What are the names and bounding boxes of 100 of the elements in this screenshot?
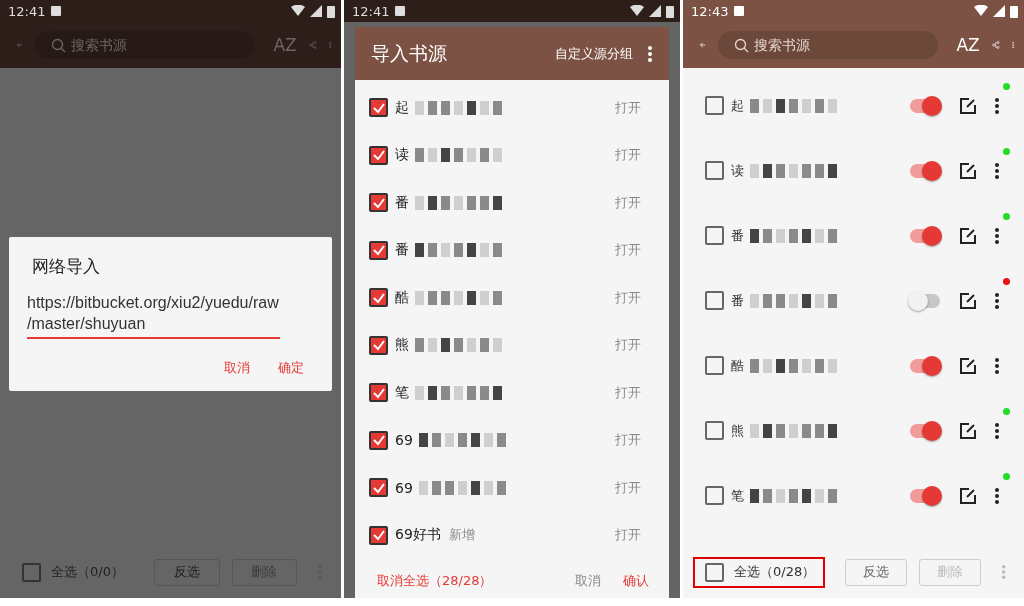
more-icon[interactable] bbox=[647, 43, 653, 64]
checkbox[interactable] bbox=[705, 226, 724, 245]
checkbox[interactable] bbox=[369, 98, 388, 118]
battery-icon bbox=[1010, 4, 1018, 18]
notification-icon bbox=[394, 5, 407, 17]
battery-icon bbox=[666, 4, 674, 18]
toggle-switch[interactable] bbox=[910, 293, 940, 308]
checkbox[interactable] bbox=[369, 240, 388, 260]
open-button[interactable]: 打开 bbox=[615, 336, 641, 355]
edit-icon[interactable] bbox=[958, 160, 978, 181]
checkbox[interactable] bbox=[369, 430, 388, 450]
custom-group-button[interactable]: 自定义源分组 bbox=[555, 44, 633, 63]
new-tag: 新增 bbox=[448, 526, 475, 545]
select-all-label: 全选（0/0） bbox=[51, 563, 124, 581]
source-name: 读 bbox=[731, 161, 744, 180]
source-name: 69 bbox=[395, 432, 413, 449]
dialog-button[interactable]: 取消 bbox=[224, 357, 250, 379]
status-time: 12:41 bbox=[8, 3, 46, 19]
source-name: 起 bbox=[395, 98, 409, 117]
checkbox[interactable] bbox=[369, 383, 388, 403]
toggle-switch[interactable] bbox=[910, 228, 940, 243]
edit-icon[interactable] bbox=[958, 420, 978, 441]
checkbox[interactable] bbox=[705, 291, 724, 310]
edit-icon[interactable] bbox=[958, 355, 978, 376]
notification-icon bbox=[733, 5, 746, 17]
source-name: 番 bbox=[395, 193, 409, 212]
signal-icon bbox=[649, 5, 661, 17]
checkbox[interactable] bbox=[705, 486, 724, 505]
select-all-label: 全选（0/28） bbox=[734, 563, 816, 581]
checkbox[interactable] bbox=[369, 288, 388, 308]
checkbox[interactable] bbox=[705, 562, 724, 582]
open-button[interactable]: 打开 bbox=[615, 193, 641, 212]
source-name: 笔 bbox=[395, 383, 409, 402]
status-time: 12:43 bbox=[691, 3, 729, 19]
sort-button[interactable]: AZ bbox=[956, 35, 980, 55]
edit-icon[interactable] bbox=[958, 485, 978, 506]
search-icon bbox=[734, 38, 750, 53]
checkbox[interactable] bbox=[369, 193, 388, 213]
more-icon[interactable] bbox=[994, 420, 1000, 441]
source-name: 酷 bbox=[395, 288, 409, 307]
more-icon[interactable] bbox=[994, 485, 1000, 506]
source-name: 读 bbox=[395, 146, 409, 165]
notification-icon bbox=[50, 5, 63, 17]
edit-icon[interactable] bbox=[958, 290, 978, 311]
source-name: 酷 bbox=[731, 356, 744, 375]
checkbox[interactable] bbox=[369, 145, 388, 165]
toggle-switch[interactable] bbox=[910, 488, 940, 503]
open-button[interactable]: 打开 bbox=[615, 526, 641, 545]
more-icon[interactable] bbox=[994, 290, 1000, 311]
battery-icon bbox=[327, 4, 335, 18]
open-button[interactable]: 打开 bbox=[615, 288, 641, 307]
dialog-title: 导入书源 bbox=[371, 40, 448, 66]
source-name: 起 bbox=[731, 96, 744, 115]
checkbox[interactable] bbox=[705, 161, 724, 180]
toggle-switch[interactable] bbox=[910, 163, 940, 178]
cancel-button[interactable]: 取消 bbox=[575, 570, 601, 592]
open-button[interactable]: 打开 bbox=[615, 383, 641, 402]
source-name: 熊 bbox=[395, 336, 409, 355]
open-button[interactable]: 打开 bbox=[615, 241, 641, 260]
dialog-button[interactable]: 确定 bbox=[278, 357, 304, 379]
wifi-icon bbox=[630, 5, 644, 17]
signal-icon bbox=[993, 5, 1005, 17]
wifi-icon bbox=[974, 5, 988, 17]
more-icon[interactable] bbox=[994, 225, 1000, 246]
wifi-icon bbox=[291, 5, 305, 17]
checkbox[interactable] bbox=[705, 96, 724, 115]
open-button[interactable]: 打开 bbox=[615, 431, 641, 450]
confirm-button[interactable]: 确认 bbox=[623, 570, 649, 592]
checkbox[interactable] bbox=[369, 525, 388, 545]
source-name: 69 bbox=[395, 479, 413, 496]
checkbox[interactable] bbox=[705, 356, 724, 375]
open-button[interactable]: 打开 bbox=[615, 478, 641, 497]
source-name: 番 bbox=[395, 241, 409, 260]
edit-icon[interactable] bbox=[958, 95, 978, 116]
toggle-switch[interactable] bbox=[910, 98, 940, 113]
search-icon bbox=[51, 38, 67, 53]
action-button[interactable]: 反选 bbox=[153, 558, 220, 586]
open-button[interactable]: 打开 bbox=[615, 146, 641, 165]
more-icon[interactable] bbox=[994, 355, 1000, 376]
source-name: 熊 bbox=[731, 421, 744, 440]
checkbox[interactable] bbox=[369, 478, 388, 498]
source-name: 69好书 bbox=[395, 526, 441, 545]
checkbox[interactable] bbox=[705, 421, 724, 440]
open-button[interactable]: 打开 bbox=[615, 98, 641, 117]
more-icon[interactable] bbox=[994, 95, 1000, 116]
checkbox[interactable] bbox=[369, 335, 388, 355]
toggle-switch[interactable] bbox=[910, 423, 940, 438]
dialog-title: 网络导入 bbox=[32, 255, 101, 278]
deselect-all-button[interactable]: 取消全选（28/28） bbox=[377, 570, 493, 592]
source-name: 笔 bbox=[731, 486, 744, 505]
checkbox[interactable] bbox=[22, 562, 41, 582]
status-time: 12:41 bbox=[352, 3, 390, 19]
more-icon[interactable] bbox=[994, 160, 1000, 181]
source-name: 番 bbox=[731, 226, 744, 245]
toggle-switch[interactable] bbox=[910, 358, 940, 373]
sort-button[interactable]: AZ bbox=[273, 35, 297, 55]
url-input-field[interactable]: https://bitbucket.org/xiu2/yuedu/raw/master/shuyuan bbox=[27, 292, 280, 339]
signal-icon bbox=[310, 5, 322, 17]
action-button[interactable]: 反选 bbox=[845, 558, 907, 586]
edit-icon[interactable] bbox=[958, 225, 978, 246]
